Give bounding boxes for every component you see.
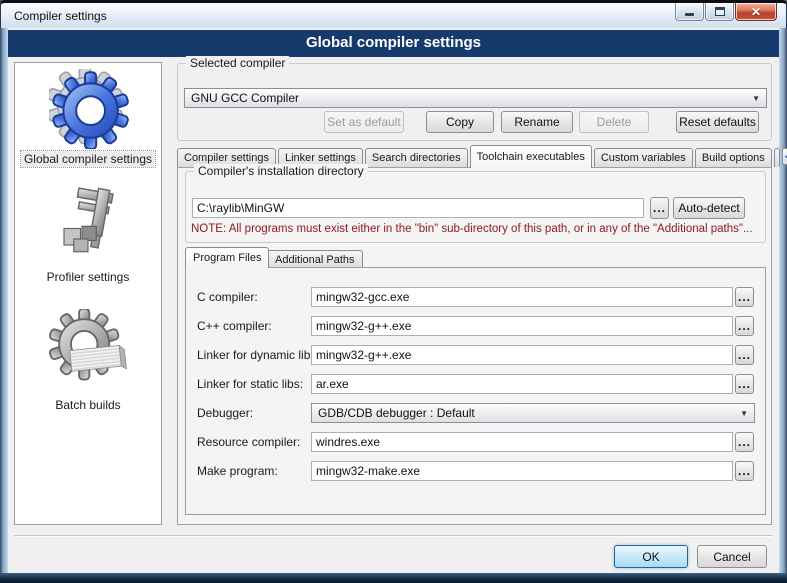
field-label: C++ compiler: bbox=[197, 319, 272, 333]
close-icon: ✕ bbox=[751, 5, 761, 19]
delete-button: Delete bbox=[579, 111, 649, 133]
compiler-settings-window: Compiler settings ✕ Global compiler sett… bbox=[0, 0, 787, 583]
sidebar-item-profiler-settings[interactable]: Profiler settings bbox=[15, 269, 161, 285]
install-dir-browse-button[interactable]: ... bbox=[650, 197, 669, 219]
rename-button[interactable]: Rename bbox=[501, 111, 573, 133]
bin-note-text: NOTE: All programs must exist either in … bbox=[191, 223, 753, 235]
close-button[interactable]: ✕ bbox=[735, 3, 777, 21]
window-controls: ✕ bbox=[674, 3, 777, 21]
cpp-compiler-input[interactable] bbox=[311, 316, 733, 336]
field-label: C compiler: bbox=[197, 290, 258, 304]
gear-papers-icon[interactable] bbox=[49, 309, 129, 394]
dynamic-linker-browse-button[interactable]: ... bbox=[735, 345, 754, 365]
c-compiler-browse-button[interactable]: ... bbox=[735, 287, 754, 307]
window-title: Compiler settings bbox=[14, 9, 107, 23]
selected-compiler-group: Selected compiler GNU GCC Compiler▼ Set … bbox=[177, 63, 772, 141]
ok-button[interactable]: OK bbox=[614, 545, 688, 568]
resource-compiler-browse-button[interactable]: ... bbox=[735, 432, 754, 452]
debugger-select[interactable]: GDB/CDB debugger : Default▼ bbox=[311, 403, 755, 423]
subtab-additional-paths[interactable]: Additional Paths bbox=[267, 250, 363, 268]
make-program-input[interactable] bbox=[311, 461, 733, 481]
subtab-program-files[interactable]: Program Files bbox=[185, 247, 269, 268]
sidebar-item-batch-builds[interactable]: Batch builds bbox=[15, 397, 161, 413]
dynamic-linker-input[interactable] bbox=[311, 345, 733, 365]
dialog-body: Global compiler settings Global compiler… bbox=[8, 28, 779, 573]
field-label: Resource compiler: bbox=[197, 435, 300, 449]
arrow-left-icon: ◄ bbox=[783, 152, 787, 161]
group-label: Compiler's installation directory bbox=[194, 164, 368, 178]
make-program-browse-button[interactable]: ... bbox=[735, 461, 754, 481]
minimize-button[interactable] bbox=[675, 3, 704, 21]
minimize-icon bbox=[685, 13, 694, 16]
maximize-button[interactable] bbox=[705, 3, 734, 21]
copy-button[interactable]: Copy bbox=[426, 111, 494, 133]
chevron-down-icon: ▼ bbox=[740, 409, 748, 418]
group-label: Selected compiler bbox=[186, 56, 289, 70]
field-label: Linker for static libs: bbox=[197, 377, 303, 391]
tab-overflow[interactable] bbox=[774, 148, 780, 167]
sidebar: Global compiler settings P bbox=[14, 62, 162, 525]
compiler-select[interactable]: GNU GCC Compiler▼ bbox=[184, 88, 767, 108]
caliper-icon[interactable] bbox=[52, 185, 127, 265]
field-label: Make program: bbox=[197, 464, 278, 478]
window-border bbox=[779, 28, 787, 583]
tab-toolchain-executables[interactable]: Toolchain executables bbox=[470, 145, 592, 168]
footer-divider bbox=[14, 535, 772, 537]
page-title: Global compiler settings bbox=[8, 30, 779, 57]
tab-scroll-left-button[interactable]: ◄ bbox=[782, 148, 787, 165]
field-label: Debugger: bbox=[197, 406, 253, 420]
cpp-compiler-browse-button[interactable]: ... bbox=[735, 316, 754, 336]
static-linker-input[interactable] bbox=[311, 374, 733, 394]
resource-compiler-input[interactable] bbox=[311, 432, 733, 452]
cancel-button[interactable]: Cancel bbox=[697, 545, 767, 568]
sidebar-item-global-compiler-settings[interactable]: Global compiler settings bbox=[15, 151, 161, 167]
reset-defaults-button[interactable]: Reset defaults bbox=[676, 111, 759, 133]
window-border bbox=[0, 573, 787, 583]
tab-build-options[interactable]: Build options bbox=[695, 148, 772, 167]
auto-detect-button[interactable]: Auto-detect bbox=[673, 197, 745, 219]
gear-blue-icon[interactable] bbox=[49, 69, 129, 154]
c-compiler-input[interactable] bbox=[311, 287, 733, 307]
set-as-default-button: Set as default bbox=[324, 111, 404, 133]
tab-search-directories[interactable]: Search directories bbox=[365, 148, 468, 167]
window-border bbox=[0, 28, 8, 583]
static-linker-browse-button[interactable]: ... bbox=[735, 374, 754, 394]
tab-custom-variables[interactable]: Custom variables bbox=[594, 148, 693, 167]
titlebar[interactable]: Compiler settings ✕ bbox=[0, 0, 787, 28]
chevron-down-icon: ▼ bbox=[752, 94, 760, 103]
maximize-icon bbox=[715, 7, 725, 16]
field-label: Linker for dynamic libs: bbox=[197, 348, 320, 362]
install-dir-input[interactable] bbox=[192, 198, 644, 218]
